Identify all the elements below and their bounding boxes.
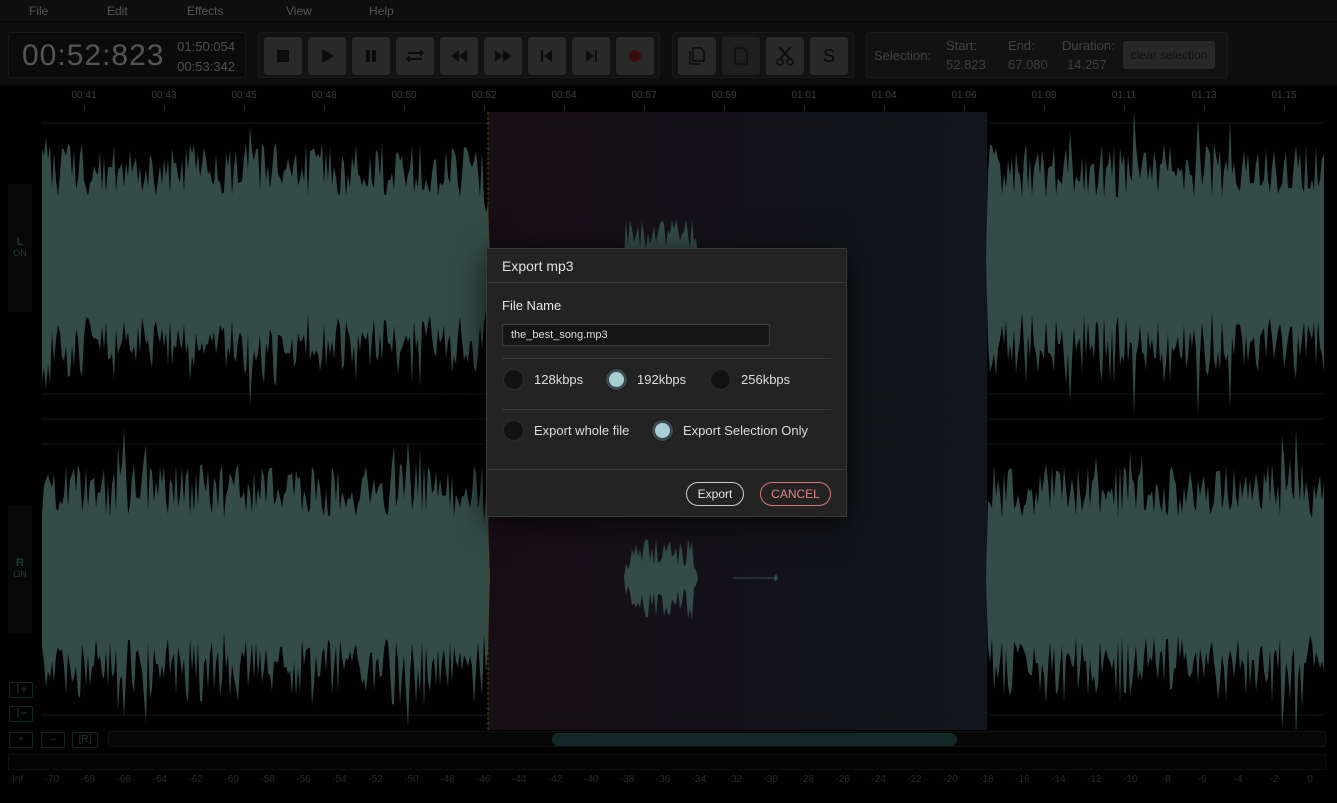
bitrate-256-label: 256kbps	[741, 372, 791, 387]
bitrate-192-radio[interactable]: 192kbps	[606, 369, 686, 390]
export-selection-only-radio[interactable]: Export Selection Only	[652, 420, 808, 441]
export-whole-file-radio[interactable]: Export whole file	[503, 420, 629, 441]
export-button[interactable]: Export	[686, 482, 744, 506]
export-selection-only-label: Export Selection Only	[683, 423, 809, 438]
bitrate-128-radio[interactable]: 128kbps	[503, 369, 583, 390]
radio-indicator	[710, 369, 731, 390]
dialog-divider	[487, 469, 846, 470]
radio-indicator	[503, 420, 524, 441]
bitrate-256-radio[interactable]: 256kbps	[710, 369, 790, 390]
radio-indicator	[652, 420, 673, 441]
dialog-title: Export mp3	[502, 258, 574, 274]
dialog-divider	[502, 358, 831, 359]
bitrate-128-label: 128kbps	[534, 372, 584, 387]
dialog-divider	[502, 409, 831, 410]
dialog-divider	[487, 282, 846, 283]
cancel-button[interactable]: CANCEL	[760, 482, 831, 506]
file-name-label: File Name	[502, 298, 562, 313]
export-dialog: Export mp3 File Name 128kbps 192kbps 256…	[486, 248, 847, 517]
radio-indicator	[606, 369, 627, 390]
radio-indicator	[503, 369, 524, 390]
bitrate-192-label: 192kbps	[637, 372, 687, 387]
export-whole-file-label: Export whole file	[534, 423, 630, 438]
file-name-input[interactable]	[502, 324, 770, 346]
